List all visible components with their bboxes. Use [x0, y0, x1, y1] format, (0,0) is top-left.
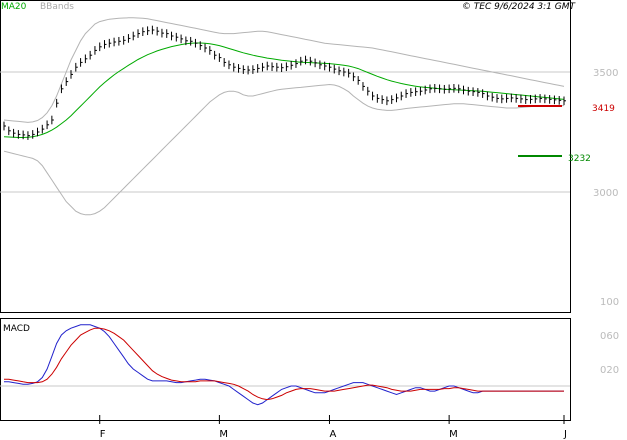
- macd-tick-label: 100: [600, 297, 619, 308]
- bbands-upper-line: [3, 17, 565, 123]
- price-tick-label: 3000: [593, 188, 618, 199]
- x-axis-month-label: A: [329, 429, 336, 440]
- bollinger-bands: [3, 17, 565, 216]
- price-levels: [518, 105, 562, 157]
- macd-lines: [4, 324, 564, 406]
- macd-line: [4, 324, 564, 406]
- ma20-legend: MA20: [1, 2, 27, 12]
- resistance-label: 3419: [592, 104, 615, 114]
- stock-chart: F M A M J 3500 3000 100 060 020 MA20 BBands © TE…: [0, 0, 619, 440]
- chart-frames: [0, 0, 571, 421]
- bbands-legend: BBands: [40, 2, 74, 12]
- chart-page: F M A M J 3500 3000 100 060 020 MA20 BBands © TE…: [0, 0, 627, 440]
- x-axis-month-label: M: [449, 429, 458, 440]
- macd-tick-label: 060: [600, 331, 619, 342]
- x-axis-month-label: M: [219, 429, 228, 440]
- copyright-text: © TEC 9/6/2024 3:1 GMT: [462, 2, 577, 12]
- price-panel-frame: [0, 0, 571, 313]
- support-label: 3232: [568, 154, 591, 164]
- bbands-lower-line: [3, 83, 564, 216]
- macd-title: MACD: [3, 324, 30, 334]
- macd-tick-label: 020: [600, 365, 619, 376]
- price-tick-label: 3500: [593, 68, 618, 79]
- x-axis-month-label: J: [563, 429, 567, 440]
- grid-lines: [0, 71, 570, 387]
- ma20-line: [3, 42, 565, 138]
- moving-average: [3, 42, 565, 138]
- price-bars: [3, 25, 566, 140]
- x-axis: FMAMJ: [99, 415, 567, 440]
- macd-panel-frame: [0, 318, 571, 421]
- y-axis-ticks: 3500 3000 100 060 020: [593, 68, 619, 376]
- x-axis-month-label: F: [100, 429, 106, 440]
